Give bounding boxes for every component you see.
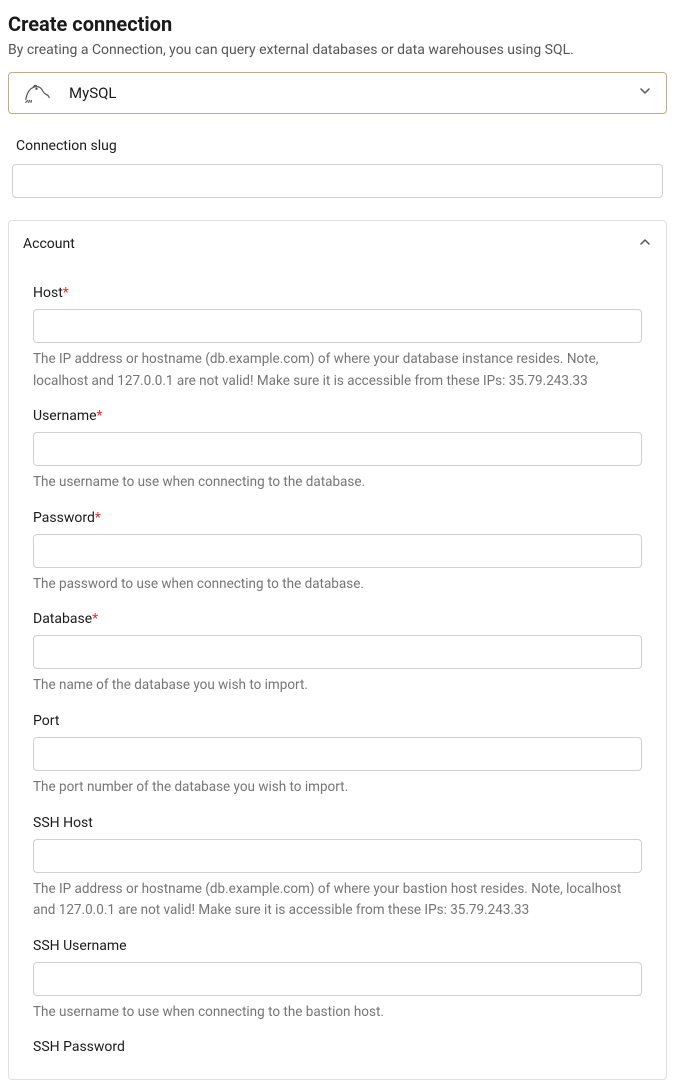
username-input[interactable] [33, 432, 642, 466]
username-label: Username* [33, 408, 642, 424]
page-subtitle: By creating a Connection, you can query … [8, 42, 667, 58]
database-label: Database* [33, 611, 642, 627]
ssh-host-label: SSH Host [33, 815, 642, 831]
page-title: Create connection [8, 12, 667, 36]
database-input[interactable] [33, 635, 642, 669]
account-panel: Account Host* The IP address or hostname… [8, 220, 667, 1080]
ssh-host-help: The IP address or hostname (db.example.c… [33, 879, 642, 922]
chevron-up-icon [638, 235, 652, 253]
host-help: The IP address or hostname (db.example.c… [33, 349, 642, 392]
password-label: Password* [33, 510, 642, 526]
connection-slug-input[interactable] [12, 164, 663, 198]
account-panel-header[interactable]: Account [9, 221, 666, 267]
connection-slug-label: Connection slug [12, 138, 663, 154]
password-input[interactable] [33, 534, 642, 568]
database-help: The name of the database you wish to imp… [33, 675, 642, 697]
password-help: The password to use when connecting to t… [33, 574, 642, 596]
port-label: Port [33, 713, 642, 729]
ssh-password-label: SSH Password [33, 1039, 642, 1055]
port-help: The port number of the database you wish… [33, 777, 642, 799]
account-panel-title: Account [23, 236, 75, 252]
host-input[interactable] [33, 309, 642, 343]
database-type-select[interactable]: MySQL [8, 72, 667, 114]
database-type-label: MySQL [69, 84, 117, 102]
ssh-username-input[interactable] [33, 962, 642, 996]
username-help: The username to use when connecting to t… [33, 472, 642, 494]
host-label: Host* [33, 285, 642, 301]
mysql-icon [23, 83, 51, 103]
chevron-down-icon [638, 84, 652, 102]
port-input[interactable] [33, 737, 642, 771]
ssh-host-input[interactable] [33, 839, 642, 873]
ssh-username-help: The username to use when connecting to t… [33, 1002, 642, 1024]
ssh-username-label: SSH Username [33, 938, 642, 954]
